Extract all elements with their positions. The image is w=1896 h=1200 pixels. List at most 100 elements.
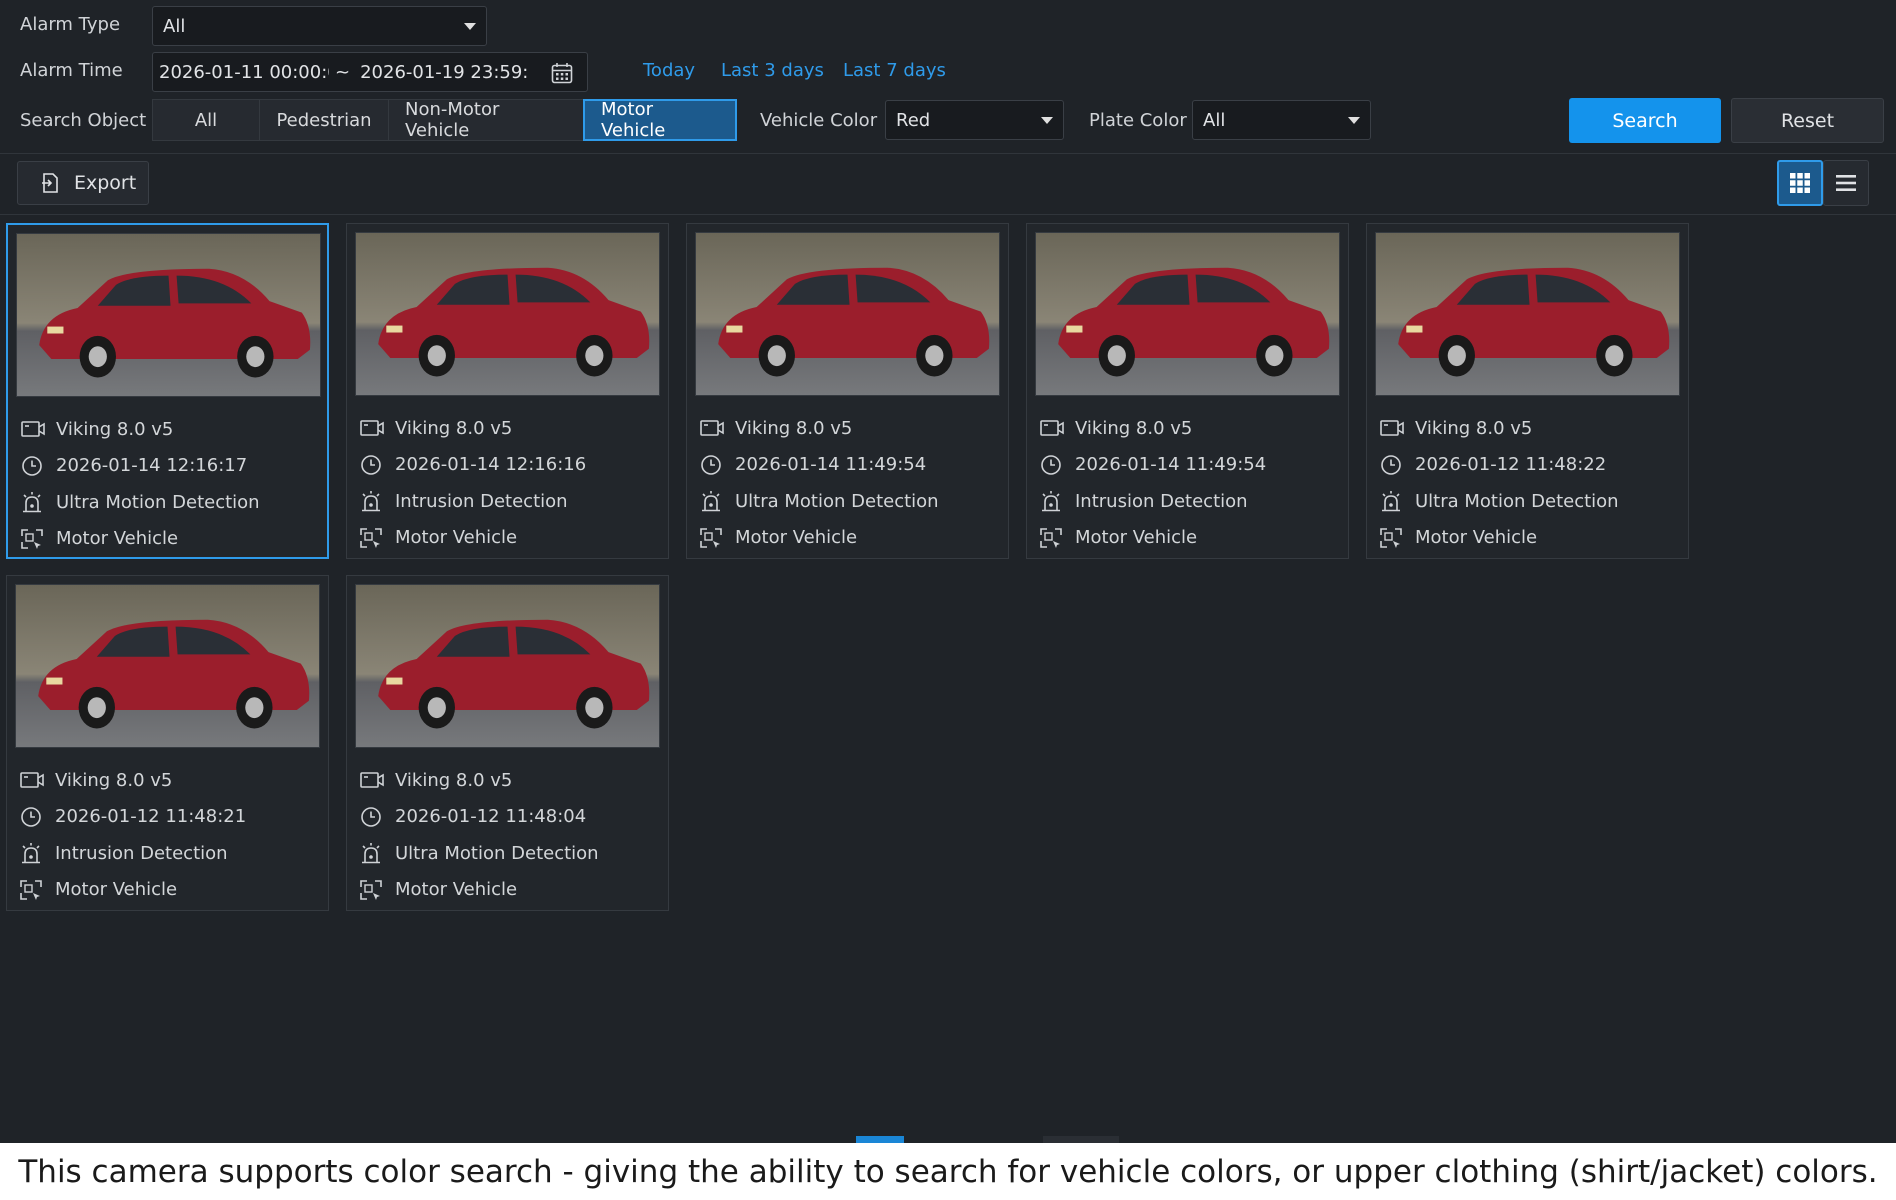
result-card[interactable]: Viking 8.0 v5 2026-01-12 11:48:04 Ultra Mo… xyxy=(346,575,669,911)
reset-button[interactable]: Reset xyxy=(1731,98,1884,143)
event-type: Ultra Motion Detection xyxy=(1415,490,1619,512)
alarm-time-range-input[interactable]: 2026-01-11 00:00:0 ~ 2026-01-19 23:59: xyxy=(152,52,588,92)
export-label: Export xyxy=(74,172,137,194)
camera-name: Viking 8.0 v5 xyxy=(395,769,513,791)
camera-name: Viking 8.0 v5 xyxy=(55,769,173,791)
time-start-input[interactable]: 2026-01-11 00:00:0 xyxy=(159,62,329,83)
result-card[interactable]: Viking 8.0 v5 2026-01-14 11:49:54 Ultra Mo… xyxy=(686,223,1009,559)
time-row: 2026-01-12 11:48:21 xyxy=(19,799,246,836)
object-type-icon xyxy=(1040,527,1062,548)
event-type: Ultra Motion Detection xyxy=(395,842,599,864)
event-row: Ultra Motion Detection xyxy=(699,483,939,520)
result-meta: Viking 8.0 v5 2026-01-14 12:16:17 Ultra Mo… xyxy=(20,411,260,557)
list-icon xyxy=(1836,175,1856,191)
object-type-icon xyxy=(700,527,722,548)
event-row: Intrusion Detection xyxy=(19,835,246,872)
clock-icon xyxy=(701,454,721,475)
alarm-time-label: Alarm Time xyxy=(20,60,123,81)
object-type-icon xyxy=(20,879,42,900)
camera-name: Viking 8.0 v5 xyxy=(56,418,174,440)
vehicle-snapshot[interactable] xyxy=(1035,232,1340,396)
event-type: Intrusion Detection xyxy=(55,842,228,864)
alarm-icon xyxy=(1042,491,1060,512)
camera-name: Viking 8.0 v5 xyxy=(1075,417,1193,439)
clock-icon xyxy=(1381,454,1401,475)
time-end-input[interactable]: 2026-01-19 23:59: xyxy=(360,62,544,83)
plate-color-select[interactable]: All xyxy=(1192,100,1371,140)
vehicle-snapshot[interactable] xyxy=(355,584,660,748)
object-pedestrian-button[interactable]: Pedestrian xyxy=(259,99,389,141)
object-type: Motor Vehicle xyxy=(56,528,179,550)
camera-icon xyxy=(21,421,45,438)
object-type-icon xyxy=(1380,527,1402,548)
vehicle-snapshot[interactable] xyxy=(695,232,1000,396)
result-card[interactable]: Viking 8.0 v5 2026-01-14 12:16:16 Intrusio… xyxy=(346,223,669,559)
list-view-toggle[interactable] xyxy=(1823,160,1869,206)
caption-text: This camera supports color search - givi… xyxy=(0,1143,1896,1200)
event-row: Intrusion Detection xyxy=(1039,483,1266,520)
chevron-down-icon xyxy=(464,23,476,30)
object-non-motor-vehicle-button[interactable]: Non-Motor Vehicle xyxy=(388,99,584,141)
alarm-icon xyxy=(362,843,380,864)
camera-icon xyxy=(700,420,724,437)
time-range-separator: ~ xyxy=(335,61,351,83)
vehicle-snapshot[interactable] xyxy=(15,584,320,748)
clock-icon xyxy=(22,455,42,476)
event-time: 2026-01-12 11:48:22 xyxy=(1415,454,1607,476)
alarm-icon xyxy=(702,491,720,512)
object-all-button[interactable]: All xyxy=(152,99,260,141)
vehicle-color-select[interactable]: Red xyxy=(885,100,1064,140)
event-type: Ultra Motion Detection xyxy=(735,490,939,512)
object-type-icon xyxy=(360,879,382,900)
camera-icon xyxy=(360,772,384,789)
alarm-type-value: All xyxy=(163,15,186,37)
result-card[interactable]: Viking 8.0 v5 2026-01-14 12:16:17 Ultra Mo… xyxy=(6,223,329,559)
camera-icon xyxy=(360,420,384,437)
vehicle-snapshot[interactable] xyxy=(355,232,660,396)
export-icon xyxy=(42,173,58,193)
quick-today-link[interactable]: Today xyxy=(643,60,695,81)
time-row: 2026-01-12 11:48:22 xyxy=(1379,447,1619,484)
time-row: 2026-01-14 12:16:17 xyxy=(20,448,260,485)
event-time: 2026-01-14 11:49:54 xyxy=(735,454,927,476)
event-time: 2026-01-14 12:16:17 xyxy=(56,455,248,477)
grid-view-toggle[interactable] xyxy=(1777,160,1823,206)
plate-color-value: All xyxy=(1203,109,1226,131)
camera-row: Viking 8.0 v5 xyxy=(19,762,246,799)
quick-last-7-days-link[interactable]: Last 7 days xyxy=(843,60,946,81)
result-card[interactable]: Viking 8.0 v5 2026-01-12 11:48:22 Ultra Mo… xyxy=(1366,223,1689,559)
event-time: 2026-01-14 11:49:54 xyxy=(1075,454,1267,476)
event-type: Intrusion Detection xyxy=(395,490,568,512)
object-row: Motor Vehicle xyxy=(1039,520,1266,557)
result-card[interactable]: Viking 8.0 v5 2026-01-14 11:49:54 Intrusio… xyxy=(1026,223,1349,559)
object-row: Motor Vehicle xyxy=(20,521,260,558)
time-row: 2026-01-12 11:48:04 xyxy=(359,799,599,836)
alarm-type-select[interactable]: All xyxy=(152,6,487,46)
alarm-icon xyxy=(362,491,380,512)
object-type: Motor Vehicle xyxy=(55,879,178,901)
alarm-icon xyxy=(1382,491,1400,512)
calendar-icon[interactable] xyxy=(551,62,573,89)
result-card[interactable]: Viking 8.0 v5 2026-01-12 11:48:21 Intrusio… xyxy=(6,575,329,911)
event-row: Intrusion Detection xyxy=(359,483,586,520)
event-type: Intrusion Detection xyxy=(1075,490,1248,512)
object-type: Motor Vehicle xyxy=(1415,527,1538,549)
result-meta: Viking 8.0 v5 2026-01-14 11:49:54 Intrusio… xyxy=(1039,410,1266,556)
result-meta: Viking 8.0 v5 2026-01-12 11:48:21 Intrusio… xyxy=(19,762,246,908)
object-motor-vehicle-button[interactable]: Motor Vehicle xyxy=(583,99,737,141)
object-row: Motor Vehicle xyxy=(19,872,246,909)
vehicle-snapshot[interactable] xyxy=(1375,232,1680,396)
event-time: 2026-01-12 11:48:04 xyxy=(395,806,587,828)
grid-icon xyxy=(1790,173,1810,193)
quick-last-3-days-link[interactable]: Last 3 days xyxy=(721,60,824,81)
alarm-icon xyxy=(22,843,40,864)
chevron-down-icon xyxy=(1348,117,1360,124)
toolbar-divider xyxy=(0,214,1896,215)
search-button[interactable]: Search xyxy=(1569,98,1721,143)
export-button[interactable]: Export xyxy=(17,161,149,205)
clock-icon xyxy=(21,806,41,827)
camera-name: Viking 8.0 v5 xyxy=(1415,417,1533,439)
object-type: Motor Vehicle xyxy=(395,527,518,549)
vehicle-snapshot[interactable] xyxy=(16,233,321,397)
object-row: Motor Vehicle xyxy=(359,872,599,909)
